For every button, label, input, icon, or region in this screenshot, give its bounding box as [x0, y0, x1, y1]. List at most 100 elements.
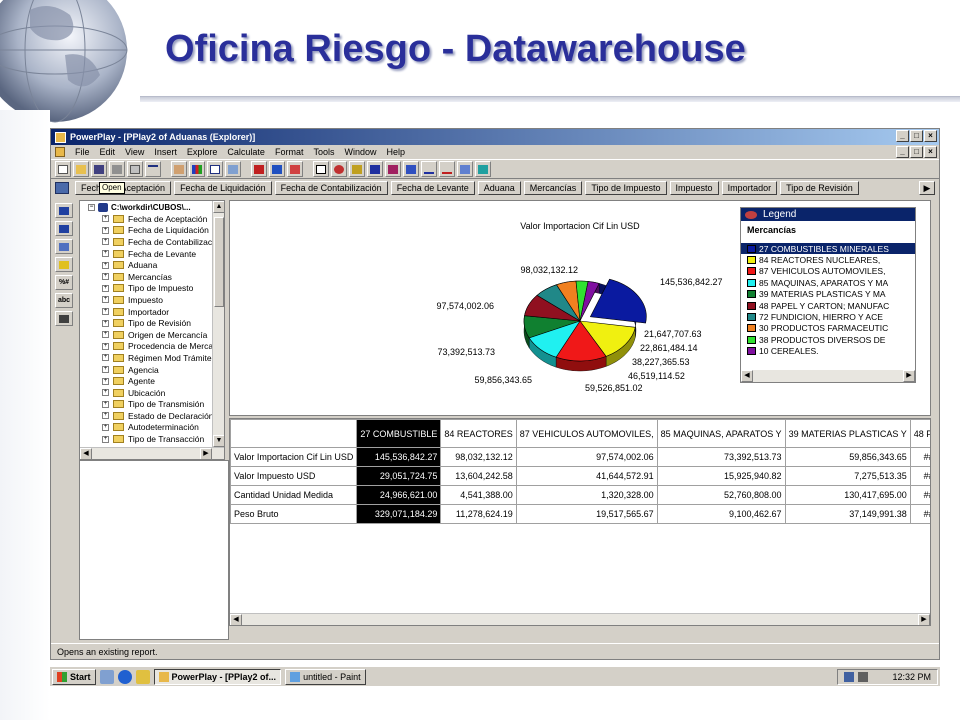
- crosstab-cell[interactable]: 145,536,842.27: [356, 447, 442, 467]
- tree-item-regimen-mod-tramite[interactable]: + Régimen Mod Trámite: [80, 352, 224, 364]
- tree-item-estado-de-declaracion[interactable]: + Estado de Declaración: [80, 410, 224, 422]
- row-header[interactable]: Valor Impuesto USD: [230, 466, 358, 486]
- split-view-button[interactable]: [225, 161, 241, 177]
- display-scatter-button[interactable]: [457, 161, 473, 177]
- expand-icon[interactable]: +: [102, 366, 109, 374]
- filter-button[interactable]: [55, 257, 73, 272]
- menu-format[interactable]: Format: [275, 147, 304, 157]
- column-header[interactable]: 48 PAP: [909, 419, 930, 448]
- row-header[interactable]: Cantidad Unidad Medida: [230, 485, 358, 505]
- expand-icon[interactable]: +: [102, 354, 109, 362]
- crosstab-scroll-left-button[interactable]: ◀: [230, 614, 242, 625]
- dim-tab-fecha-levante[interactable]: Fecha de Levante: [390, 181, 475, 195]
- legend-item[interactable]: 30 PRODUCTOS FARMACEUTIC: [741, 323, 915, 334]
- doc-minimize-button[interactable]: _: [896, 146, 909, 158]
- dim-tab-mercancias[interactable]: Mercancías: [523, 181, 583, 195]
- legend-header[interactable]: Legend: [741, 208, 915, 221]
- column-header[interactable]: 39 MATERIAS PLASTICAS Y: [784, 419, 911, 448]
- tree-vertical-scrollbar[interactable]: ▲ ▼: [212, 201, 224, 447]
- tree-item-tipo-de-impuesto[interactable]: + Tipo de Impuesto: [80, 283, 224, 295]
- volume-icon[interactable]: [858, 671, 869, 682]
- dimension-viewer-icon[interactable]: [55, 182, 69, 194]
- legend-item[interactable]: 48 PAPEL Y CARTON; MANUFAC: [741, 300, 915, 311]
- crosstab-cell[interactable]: 11,278,624.19: [440, 504, 517, 524]
- expand-icon[interactable]: +: [102, 273, 109, 281]
- dim-tab-fecha-contabilizacion[interactable]: Fecha de Contabilización: [274, 181, 388, 195]
- doc-restore-button[interactable]: □: [910, 146, 923, 158]
- crosstab-cell[interactable]: ####: [909, 466, 930, 486]
- crosstab-cell[interactable]: 9,100,462.67: [656, 504, 786, 524]
- expand-icon[interactable]: +: [102, 435, 109, 443]
- nest-columns-button[interactable]: [55, 221, 73, 236]
- tree-item-fecha-de-aceptacion[interactable]: + Fecha de Aceptación: [80, 213, 224, 225]
- crosstab-cell[interactable]: 24,966,621.00: [356, 485, 442, 505]
- crosstab-cell[interactable]: 19,517,565.67: [515, 504, 658, 524]
- window-titlebar[interactable]: PowerPlay - [PPlay2 of Aduanas (Explorer…: [51, 129, 939, 145]
- dimension-scroll-right-button[interactable]: ▶: [919, 181, 935, 195]
- expand-icon[interactable]: +: [102, 319, 109, 327]
- expand-icon[interactable]: +: [102, 331, 109, 339]
- expand-icon[interactable]: +: [102, 261, 109, 269]
- crosstab-cell[interactable]: 52,760,808.00: [656, 485, 786, 505]
- doc-close-button[interactable]: ×: [924, 146, 937, 158]
- crosstab-cell[interactable]: 15,925,940.82: [656, 466, 786, 486]
- crosstab-cell[interactable]: 329,071,184.29: [356, 504, 442, 524]
- crosstab-cell[interactable]: 59,856,343.65: [784, 447, 911, 467]
- undo-button[interactable]: [145, 161, 161, 177]
- maximize-button[interactable]: □: [910, 130, 923, 142]
- dim-tab-impuesto[interactable]: Impuesto: [669, 181, 719, 195]
- display-table-button[interactable]: [313, 161, 329, 177]
- crosstab-cell[interactable]: 130,417,695.00: [784, 485, 911, 505]
- expand-icon[interactable]: +: [102, 400, 109, 408]
- expand-icon[interactable]: +: [102, 238, 109, 246]
- pie-view-button[interactable]: [189, 161, 205, 177]
- rank-button[interactable]: [269, 161, 285, 177]
- column-header[interactable]: 27 COMBUSTIBLE: [356, 419, 442, 448]
- tree-scroll-thumb[interactable]: [214, 217, 224, 307]
- crosstab-cell[interactable]: 1,320,328.00: [515, 485, 658, 505]
- legend-item[interactable]: 10 CEREALES.: [741, 346, 915, 357]
- display-3d-button[interactable]: [349, 161, 365, 177]
- display-stacked-button[interactable]: [403, 161, 419, 177]
- legend-scroll-left-button[interactable]: ◀: [741, 370, 753, 382]
- tree-item-importador[interactable]: + Importador: [80, 306, 224, 318]
- column-header[interactable]: 85 MAQUINAS, APARATOS Y: [656, 419, 786, 448]
- crosstab-cell[interactable]: 73,392,513.73: [656, 447, 786, 467]
- task-powerplay[interactable]: PowerPlay - [PPlay2 of...: [153, 668, 282, 685]
- percent-button[interactable]: %#: [55, 275, 73, 290]
- tree-scroll-left-button[interactable]: ◀: [80, 448, 92, 459]
- tree-item-aduana[interactable]: + Aduana: [80, 259, 224, 271]
- expand-icon[interactable]: +: [102, 226, 109, 234]
- expand-icon[interactable]: +: [102, 389, 109, 397]
- tree-horizontal-scrollbar[interactable]: ◀ ▶: [80, 447, 224, 459]
- menu-insert[interactable]: Insert: [154, 147, 177, 157]
- expand-icon[interactable]: +: [102, 284, 109, 292]
- dim-tab-importador[interactable]: Importador: [721, 181, 778, 195]
- menu-edit[interactable]: Edit: [100, 147, 116, 157]
- tree-item-fecha-de-liquidacion[interactable]: + Fecha de Liquidación: [80, 225, 224, 237]
- task-paint[interactable]: untitled - Paint: [285, 668, 366, 685]
- menu-help[interactable]: Help: [387, 147, 406, 157]
- start-button[interactable]: Start: [52, 668, 96, 685]
- expand-icon[interactable]: +: [102, 342, 109, 350]
- minimize-button[interactable]: _: [896, 130, 909, 142]
- expand-icon[interactable]: +: [102, 296, 109, 304]
- network-icon[interactable]: [844, 671, 855, 682]
- display-clustered-button[interactable]: [385, 161, 401, 177]
- crosstab-cell[interactable]: ####: [909, 504, 930, 524]
- tree-item-origen-de-mercancia[interactable]: + Origen de Mercancía: [80, 329, 224, 341]
- internet-explorer-icon[interactable]: [117, 669, 132, 684]
- tree-item-fecha-de-levante[interactable]: + Fecha de Levante: [80, 248, 224, 260]
- tree-scroll-right-button[interactable]: ▶: [200, 448, 212, 459]
- menu-tools[interactable]: Tools: [313, 147, 334, 157]
- dim-tab-aduana[interactable]: Aduana: [477, 181, 521, 195]
- close-button[interactable]: ×: [924, 130, 937, 142]
- display-pie-button[interactable]: [331, 161, 347, 177]
- dim-tab-tipo-revision[interactable]: Tipo de Revisión: [780, 181, 859, 195]
- legend-item[interactable]: 84 REACTORES NUCLEARES,: [741, 254, 915, 265]
- crosstab-cell[interactable]: 29,051,724.75: [356, 466, 442, 486]
- tree-item-tipo-de-transmision[interactable]: + Tipo de Transmisión: [80, 399, 224, 411]
- legend-item[interactable]: 72 FUNDICION, HIERRO Y ACE: [741, 311, 915, 322]
- menu-file[interactable]: File: [75, 147, 90, 157]
- expand-icon[interactable]: +: [102, 412, 109, 420]
